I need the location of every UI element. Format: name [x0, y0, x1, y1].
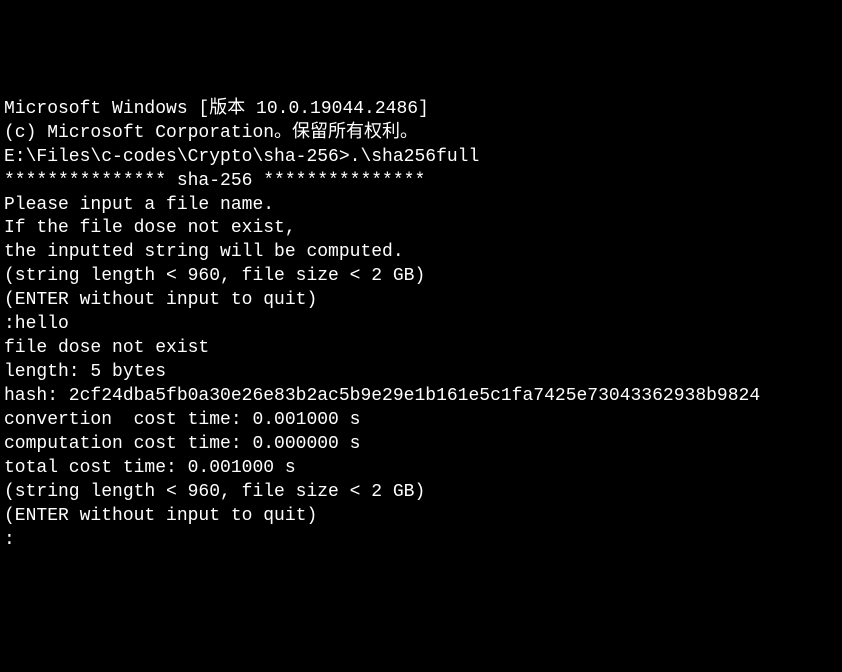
- terminal-output[interactable]: Microsoft Windows [版本 10.0.19044.2486](c…: [4, 98, 838, 553]
- terminal-line: If the file dose not exist,: [4, 217, 838, 241]
- terminal-line: (ENTER without input to quit): [4, 289, 838, 313]
- terminal-line: total cost time: 0.001000 s: [4, 457, 838, 481]
- terminal-line: *************** sha-256 ***************: [4, 170, 838, 194]
- terminal-line: (ENTER without input to quit): [4, 505, 838, 529]
- terminal-line: length: 5 bytes: [4, 361, 838, 385]
- terminal-line: (string length < 960, file size < 2 GB): [4, 265, 838, 289]
- terminal-line: (string length < 960, file size < 2 GB): [4, 481, 838, 505]
- terminal-line: Microsoft Windows [版本 10.0.19044.2486]: [4, 98, 838, 122]
- terminal-line: computation cost time: 0.000000 s: [4, 433, 838, 457]
- terminal-line: Please input a file name.: [4, 194, 838, 218]
- terminal-line-input: :hello: [4, 313, 838, 337]
- terminal-line: (c) Microsoft Corporation。保留所有权利。: [4, 122, 838, 146]
- terminal-line: convertion cost time: 0.001000 s: [4, 409, 838, 433]
- terminal-cursor-line[interactable]: :: [4, 530, 15, 550]
- terminal-line: the inputted string will be computed.: [4, 241, 838, 265]
- terminal-line: file dose not exist: [4, 337, 838, 361]
- terminal-line-hash: hash: 2cf24dba5fb0a30e26e83b2ac5b9e29e1b…: [4, 385, 838, 409]
- terminal-line-prompt: E:\Files\c-codes\Crypto\sha-256>.\sha256…: [4, 146, 838, 170]
